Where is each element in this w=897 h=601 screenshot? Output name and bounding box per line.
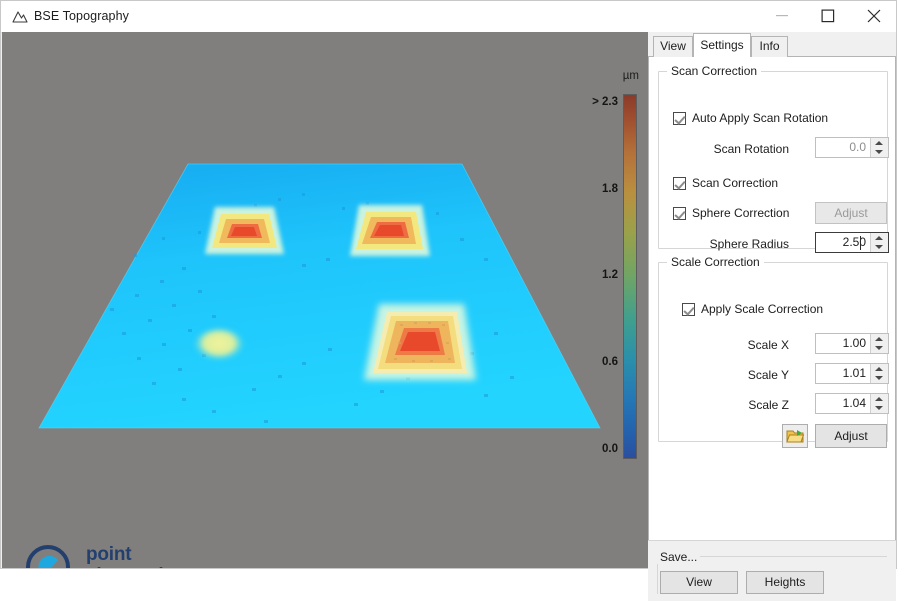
auto-apply-scan-rotation-label: Auto Apply Scan Rotation [692,111,829,125]
scan-rotation-value: 0.0 [849,140,866,154]
maximize-button[interactable] [805,1,851,31]
scale-y-spinbox[interactable]: 1.01 [815,363,889,384]
save-section-title: Save... [657,550,701,564]
sphere-radius-value: 2.50 [842,235,866,249]
scale-z-stepper[interactable] [870,394,888,413]
sphere-radius-label: Sphere Radius [709,237,789,251]
point-electronic-logo: point electronic [24,544,204,568]
colorbar-tick-1: 1.8 [602,183,618,195]
auto-apply-scan-rotation-checkbox[interactable]: Auto Apply Scan Rotation [673,111,828,125]
sphere-correction-checkbox[interactable]: Sphere Correction [673,206,789,220]
colorbar-tick-2: 1.2 [602,269,618,281]
scale-x-label: Scale X [747,338,789,352]
settings-panel: View Settings Info Scan Correction Auto … [648,32,896,601]
scale-x-spinbox[interactable]: 1.00 [815,333,889,354]
tab-strip: View Settings Info [648,32,896,57]
apply-scale-correction-checkbox[interactable]: Apply Scale Correction [682,302,823,316]
scale-z-label: Scale Z [748,398,789,412]
tab-settings-label: Settings [700,38,744,52]
colorbar-unit-label: µm [622,70,639,82]
scale-z-spinbox[interactable]: 1.04 [815,393,889,414]
settings-tab-content: Scan Correction Auto Apply Scan Rotation… [648,57,896,540]
checkbox-box [673,176,686,190]
logo-text-line2: electronic [86,565,174,568]
colorbar-tick-4: 0.0 [602,443,618,455]
scale-z-value: 1.04 [842,396,866,410]
tab-settings[interactable]: Settings [693,33,751,57]
tab-info[interactable]: Info [751,36,788,57]
logo-text-line1: point [86,544,132,565]
bse-topography-window: BSE Topography µm > 2.3 1.8 1.2 0.6 0.0 … [0,0,897,601]
scan-rotation-stepper[interactable] [870,138,888,157]
save-section: Save... View Heights [648,540,896,601]
scan-rotation-spinbox[interactable]: 0.0 [815,137,889,158]
apply-scale-correction-label: Apply Scale Correction [701,302,824,316]
window-title: BSE Topography [34,9,129,23]
text-caret [860,236,861,250]
scale-y-label: Scale Y [747,368,789,382]
title-bar: BSE Topography [1,1,896,33]
colorbar-tick-0: > 2.3 [592,96,618,108]
save-view-button[interactable]: View [660,571,738,594]
tab-view[interactable]: View [653,36,693,57]
open-file-button[interactable] [782,424,808,448]
scale-y-stepper[interactable] [870,364,888,383]
3d-surface-render [2,32,648,568]
logo-mark-icon [26,545,70,568]
topography-plot[interactable]: µm > 2.3 1.8 1.2 0.6 0.0 point electroni… [2,32,648,568]
sphere-radius-spinbox[interactable]: 2.50 [815,232,889,253]
checkbox-box [673,206,686,220]
scan-rotation-label: Scan Rotation [713,142,789,156]
colorbar-tick-3: 0.6 [602,356,618,368]
tab-info-label: Info [759,39,780,53]
scan-correction-checkbox[interactable]: Scan Correction [673,176,778,190]
tab-view-label: View [660,39,686,53]
scale-correction-group-title: Scale Correction [667,255,764,269]
scale-x-stepper[interactable] [870,334,888,353]
checkbox-box [682,302,695,316]
scale-y-value: 1.01 [842,366,866,380]
colorbar-gradient [623,94,637,459]
minimize-button[interactable] [759,1,805,31]
scale-adjust-button[interactable]: Adjust [815,424,887,448]
scan-correction-label: Scan Correction [692,176,779,190]
scale-x-value: 1.00 [842,336,866,350]
sphere-correction-label: Sphere Correction [692,206,790,220]
sphere-radius-stepper[interactable] [870,233,888,252]
folder-open-icon [786,430,805,443]
sphere-adjust-button[interactable]: Adjust [815,202,887,224]
checkbox-box [673,111,686,125]
save-heights-button[interactable]: Heights [746,571,824,594]
scan-correction-group-title: Scan Correction [667,64,762,78]
mountain-icon [12,9,28,24]
close-button[interactable] [851,1,897,31]
